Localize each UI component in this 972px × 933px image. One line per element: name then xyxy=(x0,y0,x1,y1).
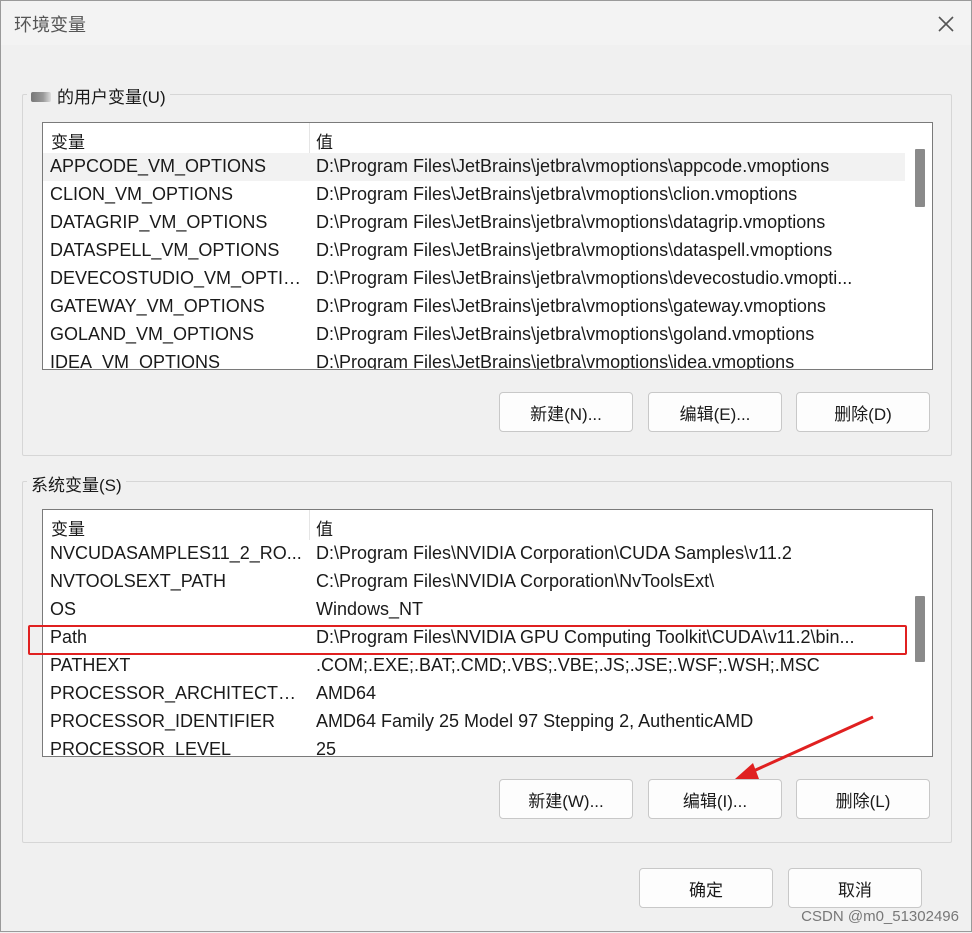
variable-name: DATAGRIP_VM_OPTIONS xyxy=(50,212,268,232)
table-row[interactable]: NVCUDASAMPLES11_2_RO... D:\Program Files\… xyxy=(43,540,905,568)
variable-name: GOLAND_VM_OPTIONS xyxy=(50,324,255,344)
user-variables-label: 的用户变量(U) xyxy=(27,83,170,108)
variable-name: NVTOOLSEXT_PATH xyxy=(50,571,227,591)
close-button[interactable] xyxy=(931,9,961,39)
user-edit-button[interactable]: 编辑(E)... xyxy=(648,392,782,432)
table-row[interactable]: APPCODE_VM_OPTIONS D:\Program Files\JetBr… xyxy=(43,153,905,181)
variable-value: Windows_NT xyxy=(316,599,424,619)
table-row[interactable]: PROCESSOR_ARCHITECTURE AMD64 xyxy=(43,680,905,708)
system-new-button[interactable]: 新建(W)... xyxy=(499,779,633,819)
variable-name: PATHEXT xyxy=(50,655,131,675)
user-list-scrollbar[interactable] xyxy=(906,123,932,369)
system-edit-button[interactable]: 编辑(I)... xyxy=(648,779,782,819)
variable-value: D:\Program Files\JetBrains\jetbra\vmopti… xyxy=(316,156,830,176)
variable-name: PROCESSOR_ARCHITECTURE xyxy=(50,683,305,703)
system-list-header: 变量 值 xyxy=(43,510,905,540)
column-separator[interactable] xyxy=(309,510,310,540)
variable-value: D:\Program Files\JetBrains\jetbra\vmopti… xyxy=(316,240,833,260)
variable-value: D:\Program Files\JetBrains\jetbra\vmopti… xyxy=(316,296,826,316)
variable-value: D:\Program Files\JetBrains\jetbra\vmopti… xyxy=(316,212,826,232)
user-avatar xyxy=(31,89,53,105)
table-row[interactable]: PATHEXT .COM;.EXE;.BAT;.CMD;.VBS;.VBE;.JS… xyxy=(43,652,905,680)
variable-name: DEVECOSTUDIO_VM_OPTIO... xyxy=(50,268,305,288)
variable-name: OS xyxy=(50,599,77,619)
scrollbar-thumb[interactable] xyxy=(915,596,925,662)
variable-value: 25 xyxy=(316,739,337,757)
system-list-scrollbar[interactable] xyxy=(906,510,932,756)
system-delete-button[interactable]: 删除(L) xyxy=(796,779,930,819)
variable-name: NVCUDASAMPLES11_2_RO... xyxy=(50,543,302,563)
user-list-header: 变量 值 xyxy=(43,123,905,153)
table-row[interactable]: CLION_VM_OPTIONS D:\Program Files\JetBrai… xyxy=(43,181,905,209)
cancel-button[interactable]: 取消 xyxy=(788,868,922,908)
table-row[interactable]: DEVECOSTUDIO_VM_OPTIO... D:\Program Files… xyxy=(43,265,905,293)
column-header-variable[interactable]: 变量 xyxy=(51,515,85,540)
variable-name: CLION_VM_OPTIONS xyxy=(50,184,234,204)
user-delete-button[interactable]: 删除(D) xyxy=(796,392,930,432)
user-variables-list[interactable]: 变量 值 APPCODE_VM_OPTIONS D:\Program Files\… xyxy=(42,122,933,370)
table-row[interactable]: NVTOOLSEXT_PATH C:\Program Files\NVIDIA C… xyxy=(43,568,905,596)
table-row[interactable]: PROCESSOR_LEVEL 25 xyxy=(43,736,905,757)
title-bar: 环境变量 xyxy=(1,1,971,45)
variable-value: D:\Program Files\NVIDIA Corporation\CUDA… xyxy=(316,543,792,563)
variable-name: APPCODE_VM_OPTIONS xyxy=(50,156,267,176)
watermark: CSDN @m0_51302496 xyxy=(801,908,959,925)
variable-value: D:\Program Files\JetBrains\jetbra\vmopti… xyxy=(316,268,853,288)
column-separator[interactable] xyxy=(309,123,310,153)
variable-value: C:\Program Files\NVIDIA Corporation\NvTo… xyxy=(316,571,715,591)
table-row[interactable]: PROCESSOR_IDENTIFIER AMD64 Family 25 Mode… xyxy=(43,708,905,736)
variable-value: .COM;.EXE;.BAT;.CMD;.VBS;.VBE;.JS;.JSE;.… xyxy=(316,655,820,675)
user-new-button[interactable]: 新建(N)... xyxy=(499,392,633,432)
table-row[interactable]: DATASPELL_VM_OPTIONS D:\Program Files\Jet… xyxy=(43,237,905,265)
variable-name: IDEA_VM_OPTIONS xyxy=(50,352,221,370)
table-row[interactable]: IDEA_VM_OPTIONS D:\Program Files\JetBrain… xyxy=(43,349,905,370)
table-row[interactable]: DATAGRIP_VM_OPTIONS D:\Program Files\JetB… xyxy=(43,209,905,237)
variable-name: DATASPELL_VM_OPTIONS xyxy=(50,240,280,260)
system-variables-label: 系统变量(S) xyxy=(27,471,126,496)
table-row[interactable]: OS Windows_NT xyxy=(43,596,905,624)
variable-name: GATEWAY_VM_OPTIONS xyxy=(50,296,265,316)
environment-variables-dialog: 环境变量 的用户变量(U) 变量 值 APPCODE_VM_OPTIONS D:\… xyxy=(0,0,972,932)
column-header-value[interactable]: 值 xyxy=(316,515,333,540)
ok-button[interactable]: 确定 xyxy=(639,868,773,908)
scrollbar-thumb[interactable] xyxy=(915,149,925,207)
user-variables-rows: APPCODE_VM_OPTIONS D:\Program Files\JetBr… xyxy=(43,153,905,370)
close-icon xyxy=(938,16,954,32)
variable-name: PROCESSOR_IDENTIFIER xyxy=(50,711,276,731)
table-row[interactable]: GOLAND_VM_OPTIONS D:\Program Files\JetBra… xyxy=(43,321,905,349)
window-title: 环境变量 xyxy=(14,15,86,35)
variable-value: D:\Program Files\JetBrains\jetbra\vmopti… xyxy=(316,184,798,204)
variable-value: D:\Program Files\JetBrains\jetbra\vmopti… xyxy=(316,324,815,344)
variable-value: AMD64 xyxy=(316,683,377,703)
variable-value: D:\Program Files\JetBrains\jetbra\vmopti… xyxy=(316,352,795,370)
column-header-variable[interactable]: 变量 xyxy=(51,128,85,153)
column-header-value[interactable]: 值 xyxy=(316,128,333,153)
path-highlight-annotation xyxy=(28,625,907,655)
variable-name: PROCESSOR_LEVEL xyxy=(50,739,232,757)
variable-value: AMD64 Family 25 Model 97 Stepping 2, Aut… xyxy=(316,711,754,731)
table-row[interactable]: GATEWAY_VM_OPTIONS D:\Program Files\JetBr… xyxy=(43,293,905,321)
